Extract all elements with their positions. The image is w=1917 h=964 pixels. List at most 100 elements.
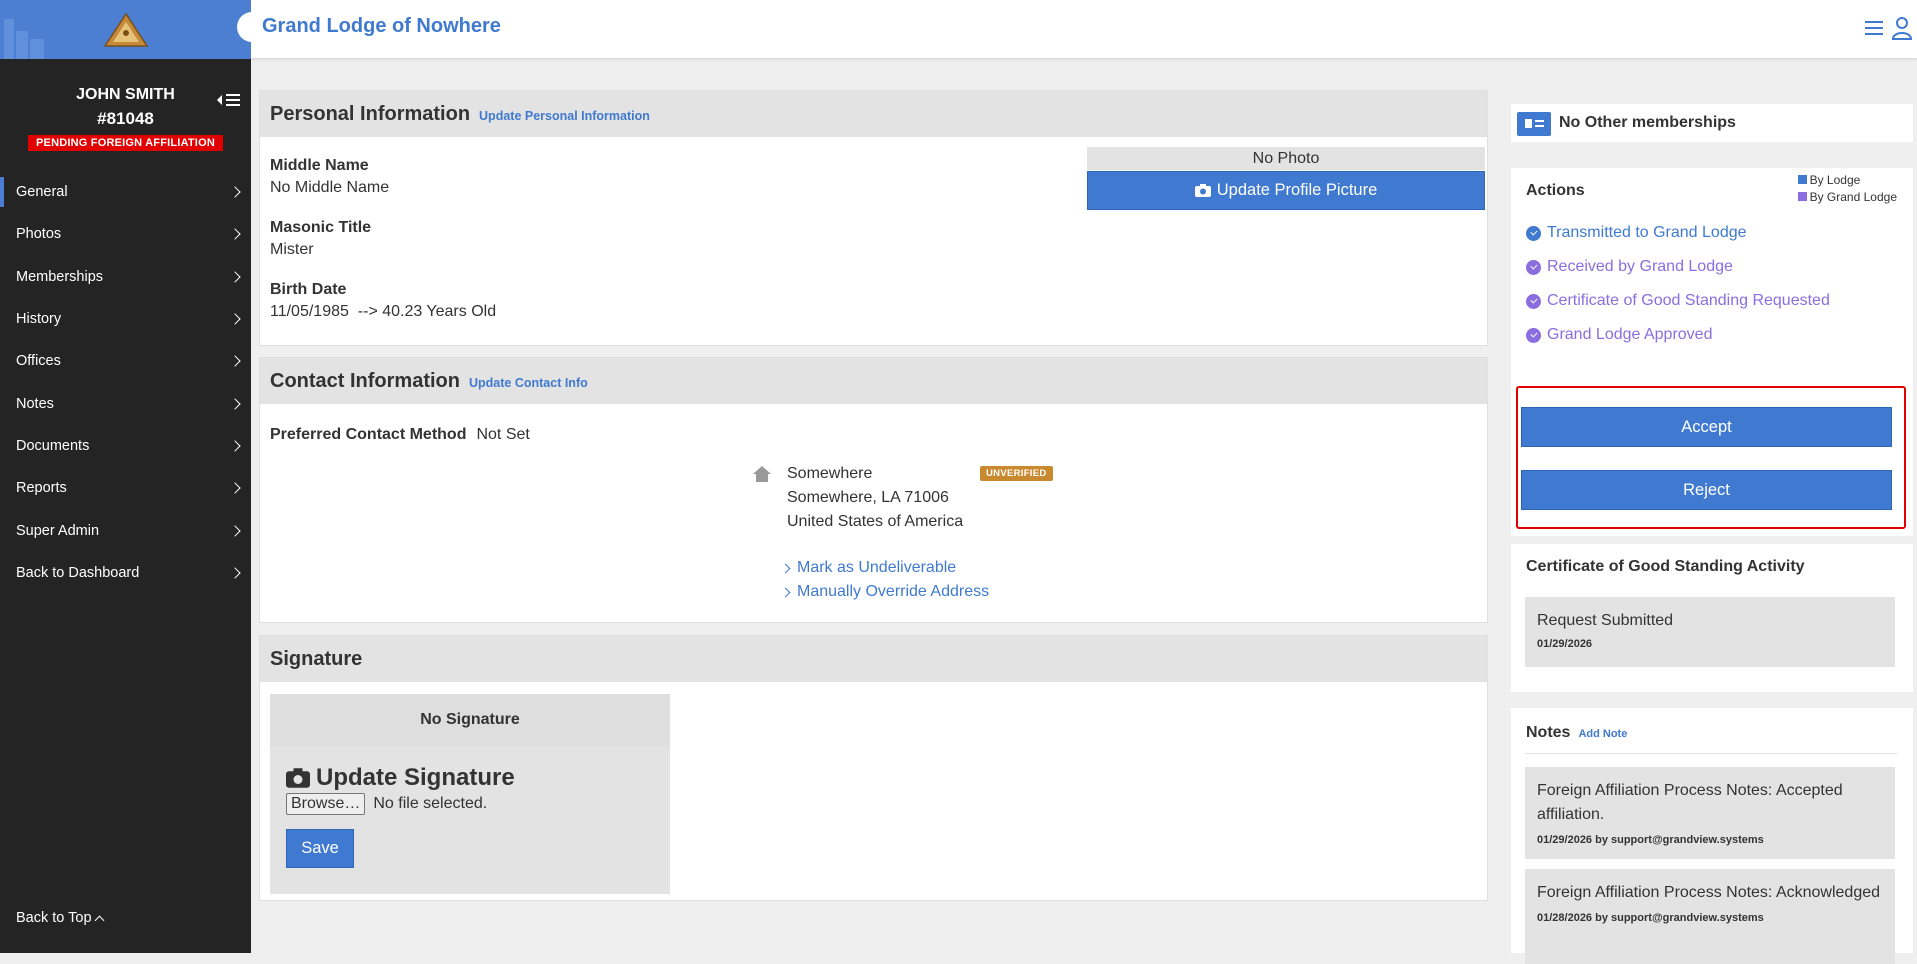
chevron-right-icon bbox=[780, 563, 791, 573]
sidebar-item-reports[interactable]: Reports bbox=[0, 467, 251, 509]
masonic-title-label: Masonic Title bbox=[270, 219, 372, 236]
update-signature-label: Update Signature bbox=[316, 764, 515, 791]
legend-by-grand-lodge: By Grand Lodge bbox=[1797, 188, 1897, 205]
sidebar-item-label: Reports bbox=[16, 480, 67, 497]
cgs-activity-box: Certificate of Good Standing Activity Re… bbox=[1511, 544, 1913, 692]
address-line-1: Somewhere bbox=[787, 465, 873, 482]
back-to-top-label: Back to Top bbox=[16, 910, 92, 926]
chevron-right-icon bbox=[229, 482, 241, 494]
address-line-2: Somewhere, LA 71006 bbox=[787, 489, 949, 506]
signature-header: Signature bbox=[260, 636, 1487, 682]
action-received-by-grand-lodge[interactable]: Received by Grand Lodge bbox=[1526, 250, 1830, 284]
top-header: Grand Lodge of Nowhere bbox=[237, 0, 1917, 59]
override-address-link[interactable]: Manually Override Address bbox=[780, 580, 990, 604]
sidebar-item-general[interactable]: General bbox=[0, 171, 251, 213]
sidebar-item-label: Photos bbox=[16, 226, 62, 243]
note-text: Foreign Affiliation Process Notes: Ackno… bbox=[1537, 884, 1881, 901]
chevron-right-icon bbox=[229, 271, 241, 283]
action-label: Transmitted to Grand Lodge bbox=[1547, 224, 1747, 241]
add-note-link[interactable]: Add Note bbox=[1578, 728, 1627, 740]
actions-legend: By Lodge By Grand Lodge bbox=[1797, 171, 1897, 205]
sidebar-item-back-to-dashboard[interactable]: Back to Dashboard bbox=[0, 552, 251, 594]
activity-date: 01/29/2026 bbox=[1537, 638, 1593, 650]
sidebar-item-super-admin[interactable]: Super Admin bbox=[0, 509, 251, 551]
actions-box: Actions By Lodge By Grand Lodge Transmit… bbox=[1511, 168, 1913, 536]
signature-file-input: Browse… No file selected. bbox=[270, 793, 670, 815]
note-meta: 01/29/2026 by support@grandview.systems bbox=[1537, 834, 1764, 846]
status-badge: PENDING FOREIGN AFFILIATION bbox=[28, 135, 223, 151]
masonic-title-value: Mister bbox=[270, 241, 314, 258]
update-personal-info-link[interactable]: Update Personal Information bbox=[479, 109, 650, 123]
chevron-right-icon bbox=[229, 186, 241, 198]
action-label: Grand Lodge Approved bbox=[1547, 326, 1713, 343]
middle-name-field: Middle Name No Middle Name bbox=[270, 157, 389, 197]
contact-information-header: Contact Information Update Contact Info bbox=[260, 358, 1487, 404]
update-signature-heading: Update Signature bbox=[270, 746, 670, 792]
update-contact-info-link[interactable]: Update Contact Info bbox=[469, 376, 588, 390]
address-actions: Mark as Undeliverable Manually Override … bbox=[780, 556, 990, 604]
sidebar-item-label: Offices bbox=[16, 353, 61, 370]
sidebar-logo-banner bbox=[0, 0, 251, 59]
preferred-contact-value: Not Set bbox=[476, 426, 530, 443]
reject-button[interactable]: Reject bbox=[1521, 470, 1892, 510]
legend-label: By Grand Lodge bbox=[1809, 189, 1897, 204]
chevron-right-icon bbox=[229, 440, 241, 452]
sidebar-item-label: Documents bbox=[16, 437, 90, 454]
sidebar-nav: General Photos Memberships History Offic… bbox=[0, 171, 251, 594]
page-title: Grand Lodge of Nowhere bbox=[262, 15, 501, 37]
sidebar-item-label: Notes bbox=[16, 395, 54, 412]
action-cgs-requested[interactable]: Certificate of Good Standing Requested bbox=[1526, 284, 1830, 318]
profile-photo-box: No Photo Update Profile Picture bbox=[1087, 147, 1485, 210]
memberships-box: No Other memberships bbox=[1511, 104, 1913, 142]
sidebar-item-label: Back to Dashboard bbox=[16, 564, 140, 581]
override-address-label: Manually Override Address bbox=[797, 583, 990, 600]
action-transmitted-to-grand-lodge[interactable]: Transmitted to Grand Lodge bbox=[1526, 216, 1830, 250]
mark-undeliverable-link[interactable]: Mark as Undeliverable bbox=[780, 556, 989, 580]
collapse-sidebar-icon[interactable] bbox=[215, 91, 243, 109]
file-status: No file selected. bbox=[373, 795, 488, 812]
note-text: Foreign Affiliation Process Notes: Accep… bbox=[1537, 782, 1843, 823]
cgs-activity-title: Certificate of Good Standing Activity bbox=[1526, 558, 1805, 575]
actions-title: Actions bbox=[1526, 182, 1585, 199]
sidebar-item-label: General bbox=[16, 184, 68, 201]
legend-label: By Lodge bbox=[1809, 172, 1861, 187]
personal-information-header: Personal Information Update Personal Inf… bbox=[260, 91, 1487, 137]
header-icons bbox=[1863, 16, 1913, 40]
user-icon[interactable] bbox=[1891, 16, 1913, 40]
sidebar-item-offices[interactable]: Offices bbox=[0, 340, 251, 382]
cgs-activity-entry: Request Submitted 01/29/2026 bbox=[1525, 597, 1895, 667]
update-profile-picture-button[interactable]: Update Profile Picture bbox=[1087, 171, 1485, 210]
chevron-right-icon bbox=[229, 397, 241, 410]
actions-list: Transmitted to Grand Lodge Received by G… bbox=[1526, 216, 1830, 352]
check-circle-icon bbox=[1526, 327, 1541, 343]
sidebar-item-label: History bbox=[16, 311, 62, 328]
note-entry: Foreign Affiliation Process Notes: Ackno… bbox=[1525, 869, 1895, 964]
notes-box: Notes Add Note Foreign Affiliation Proce… bbox=[1511, 708, 1913, 964]
chevron-right-icon bbox=[229, 313, 241, 325]
user-name: JOHN SMITH bbox=[76, 86, 175, 103]
chevron-right-icon bbox=[229, 567, 241, 579]
section-title: Contact Information bbox=[270, 370, 460, 392]
unverified-badge: UNVERIFIED bbox=[980, 466, 1053, 481]
preferred-contact-row: Preferred Contact Method Not Set bbox=[270, 426, 530, 444]
sidebar-item-photos[interactable]: Photos bbox=[0, 213, 251, 255]
chevron-right-icon bbox=[780, 587, 791, 597]
sidebar-item-memberships[interactable]: Memberships bbox=[0, 256, 251, 298]
update-profile-picture-label: Update Profile Picture bbox=[1216, 181, 1378, 199]
save-signature-button[interactable]: Save bbox=[286, 829, 354, 868]
note-meta: 01/28/2026 by support@grandview.systems bbox=[1537, 912, 1764, 924]
sidebar-item-documents[interactable]: Documents bbox=[0, 425, 251, 467]
sidebar-item-label: Memberships bbox=[16, 268, 104, 285]
preferred-contact-label: Preferred Contact Method bbox=[270, 426, 467, 443]
sidebar-item-history[interactable]: History bbox=[0, 298, 251, 340]
back-to-top-link[interactable]: Back to Top bbox=[16, 910, 104, 926]
sidebar-item-notes[interactable]: Notes bbox=[0, 382, 251, 424]
camera-icon bbox=[286, 768, 310, 788]
browse-button[interactable]: Browse… bbox=[286, 793, 366, 815]
accept-button[interactable]: Accept bbox=[1521, 407, 1892, 447]
signature-card: Signature No Signature Update Signature … bbox=[259, 635, 1488, 901]
menu-icon[interactable] bbox=[1863, 16, 1885, 40]
action-grand-lodge-approved[interactable]: Grand Lodge Approved bbox=[1526, 318, 1830, 352]
action-label: Certificate of Good Standing Requested bbox=[1547, 292, 1830, 309]
user-summary: JOHN SMITH #81048 PENDING FOREIGN AFFILI… bbox=[0, 59, 251, 151]
